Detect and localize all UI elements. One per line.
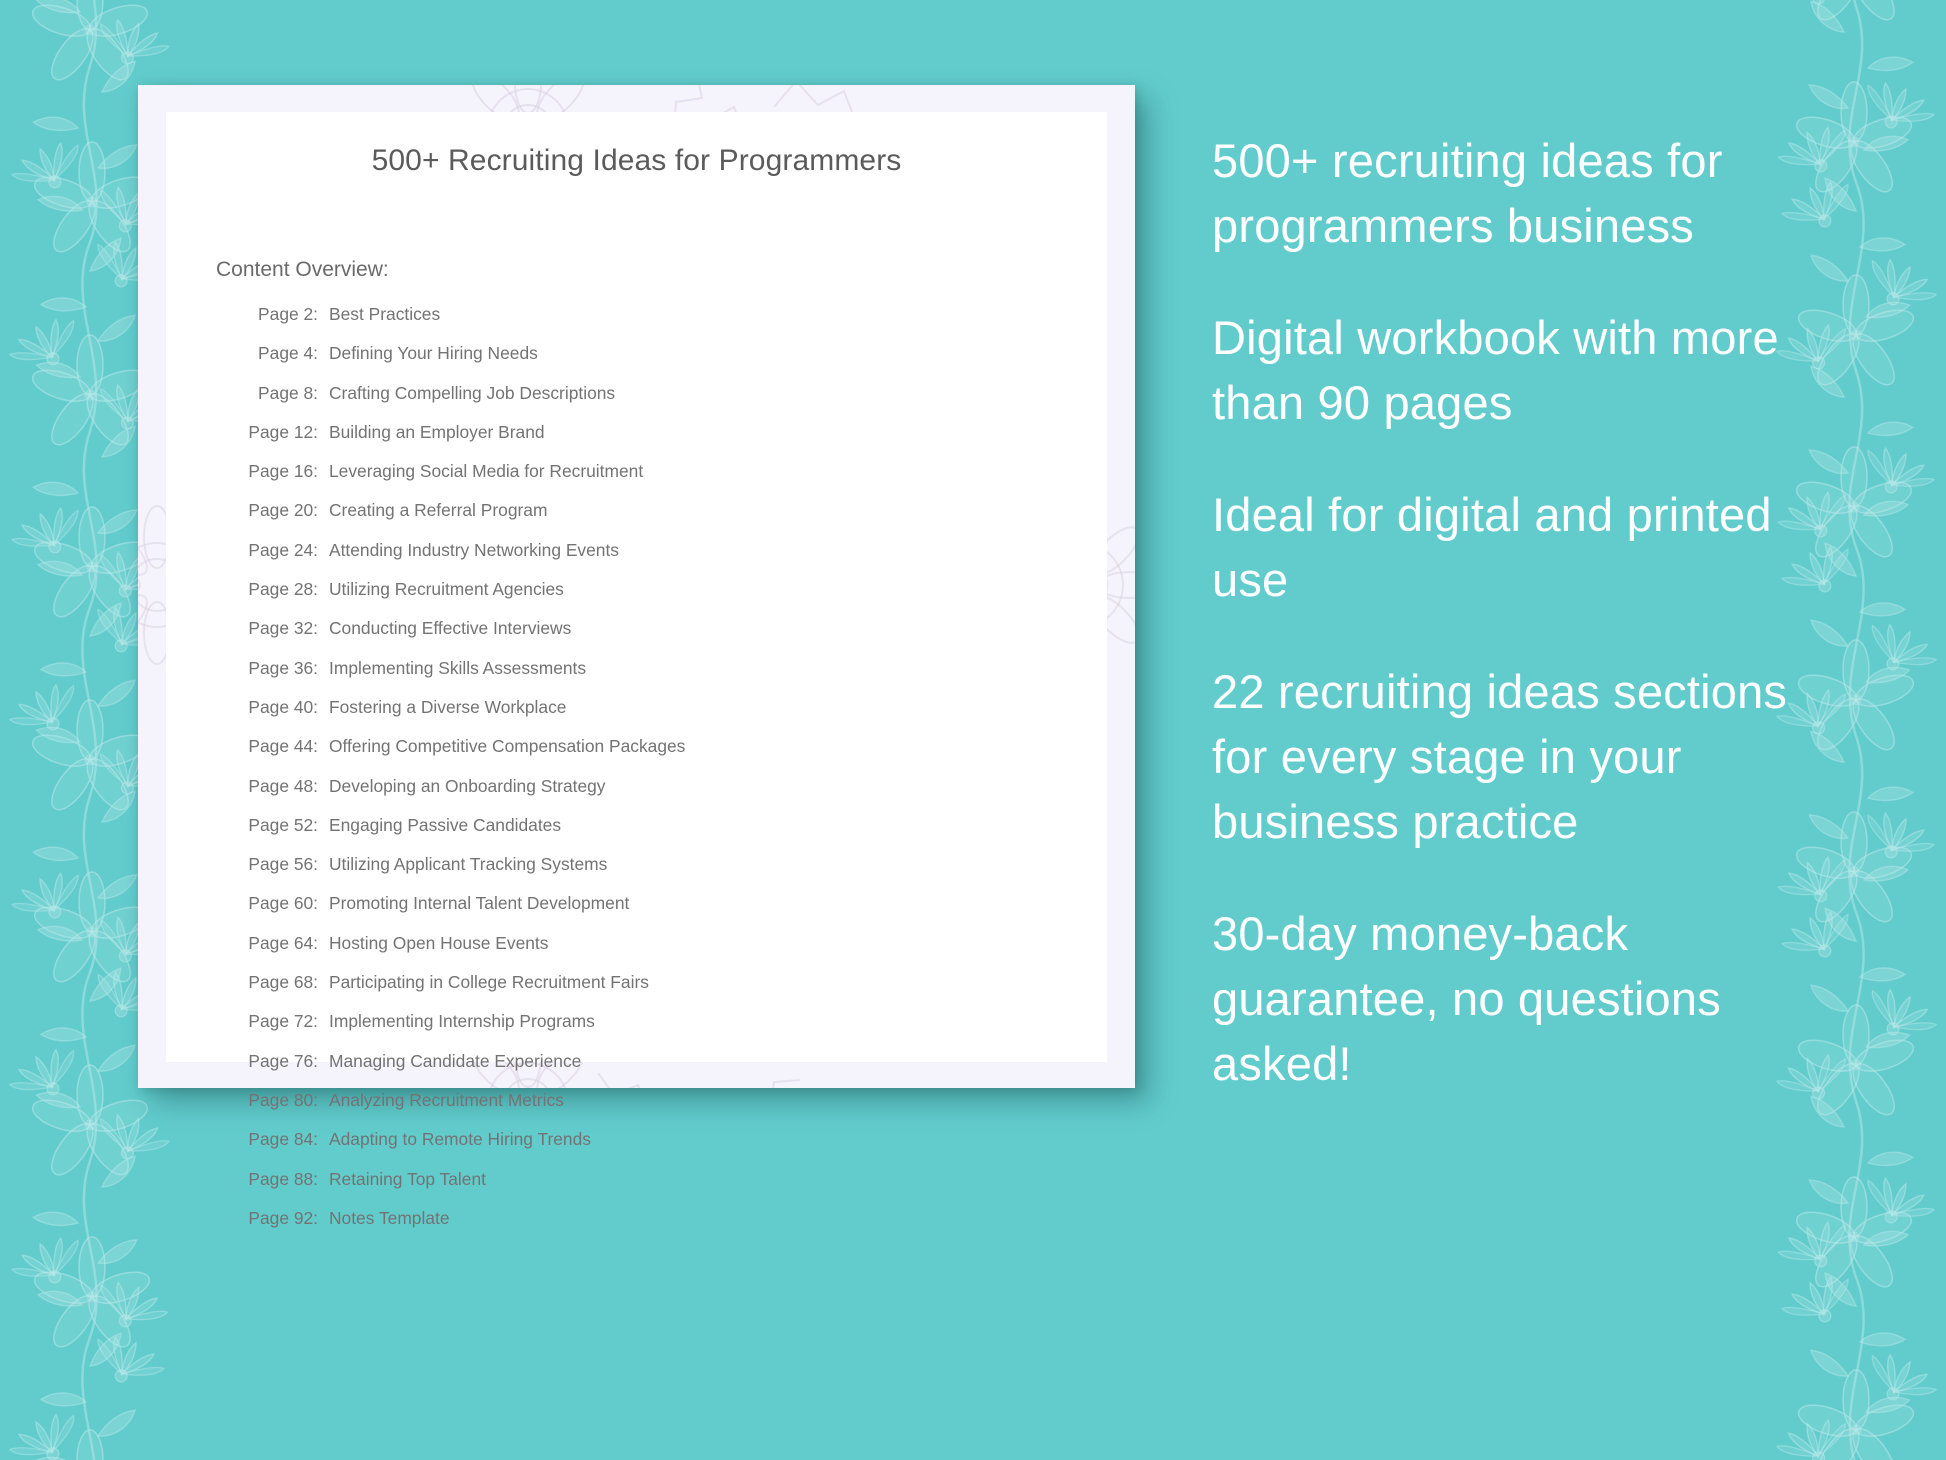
table-of-contents-row: Page 12: Building an Employer Brand (240, 422, 1077, 461)
table-of-contents-row: Page 16: Leveraging Social Media for Recr… (240, 461, 1077, 500)
toc-section-title: Attending Industry Networking Events (329, 539, 619, 560)
toc-page-number: Page 4: (258, 343, 318, 364)
toc-section-title: Conducting Effective Interviews (329, 618, 572, 639)
toc-section-title: Managing Candidate Experience (329, 1050, 582, 1071)
toc-page-number: Page 36: (248, 657, 318, 678)
marketing-bullet: 22 recruiting ideas sections for every s… (1212, 665, 1788, 848)
toc-page-number: Page 12: (248, 421, 318, 442)
table-of-contents-row: Page 44: Offering Competitive Compensatio… (240, 736, 1077, 775)
table-of-contents-row: Page 32: Conducting Effective Interviews (240, 618, 1077, 657)
toc-section-title: Defining Your Hiring Needs (329, 343, 538, 364)
toc-page-number: Page 52: (248, 814, 318, 835)
toc-section-title: Hosting Open House Events (329, 932, 549, 953)
table-of-contents-row: Page 56: Utilizing Applicant Tracking Sys… (240, 854, 1077, 893)
table-of-contents-row: Page 60: Promoting Internal Talent Develo… (240, 893, 1077, 932)
toc-section-title: Leveraging Social Media for Recruitment (329, 461, 644, 482)
page-title: 500+ Recruiting Ideas for Programmers (371, 144, 902, 177)
table-of-contents-row: Page 48: Developing an Onboarding Strateg… (240, 776, 1077, 815)
toc-section-title: Creating a Referral Program (329, 500, 548, 521)
table-of-contents-row: Page 64: Hosting Open House Events (240, 933, 1077, 972)
toc-page-number: Page 48: (248, 775, 318, 796)
toc-page-number: Page 44: (248, 736, 318, 757)
workbook-preview-card: 500+ Recruiting Ideas for Programmers Co… (138, 85, 1135, 1228)
toc-page-number: Page 56: (248, 854, 318, 875)
table-of-contents-row: Page 88: Retaining Top Talent (240, 1169, 1077, 1208)
toc-page-number: Page 8: (258, 382, 318, 403)
toc-section-title: Building an Employer Brand (329, 421, 545, 442)
toc-section-title: Crafting Compelling Job Descriptions (329, 382, 616, 403)
table-of-contents: Page 2: Best Practices Page 4: Defining You… (240, 304, 1077, 1247)
toc-section-title: Developing an Onboarding Strategy (329, 775, 606, 796)
content-overview-label: Content Overview: (216, 258, 389, 281)
table-of-contents-row: Page 24: Attending Industry Networking Ev… (240, 540, 1077, 579)
toc-section-title: Engaging Passive Candidates (329, 814, 562, 835)
toc-section-title: Fostering a Diverse Workplace (329, 696, 567, 717)
toc-section-title: Promoting Internal Talent Development (329, 893, 630, 914)
toc-section-title: Offering Competitive Compensation Packag… (329, 736, 686, 757)
toc-page-number: Page 24: (248, 539, 318, 560)
table-of-contents-row: Page 68: Participating in College Recruit… (240, 972, 1077, 1011)
table-of-contents-row: Page 84: Adapting to Remote Hiring Trends (240, 1129, 1077, 1168)
marketing-bullet: 500+ recruiting ideas for programmers bu… (1212, 134, 1723, 252)
table-of-contents-row: Page 36: Implementing Skills Assessments (240, 658, 1077, 697)
toc-page-number: Page 20: (248, 500, 318, 521)
table-of-contents-row: Page 2: Best Practices (240, 304, 1077, 343)
toc-section-title: Utilizing Applicant Tracking Systems (329, 854, 608, 875)
marketing-bullet: 30-day money-back guarantee, no question… (1212, 907, 1721, 1090)
toc-page-number: Page 28: (248, 579, 318, 600)
toc-section-title: Adapting to Remote Hiring Trends (329, 1129, 591, 1150)
toc-page-number: Page 68: (248, 972, 318, 993)
toc-section-title: Implementing Internship Programs (329, 1011, 595, 1032)
table-of-contents-row: Page 20: Creating a Referral Program (240, 500, 1077, 539)
toc-page-number: Page 80: (248, 1089, 318, 1110)
toc-page-number: Page 92: (248, 1207, 318, 1228)
table-of-contents-row: Page 52: Engaging Passive Candidates (240, 815, 1077, 854)
toc-page-number: Page 16: (248, 461, 318, 482)
toc-page-number: Page 72: (248, 1011, 318, 1032)
marketing-bullet-list: 500+ recruiting ideas for programmers bu… (1212, 128, 1852, 1096)
toc-page-number: Page 84: (248, 1129, 318, 1150)
toc-section-title: Best Practices (329, 304, 441, 324)
toc-page-number: Page 32: (248, 618, 318, 639)
table-of-contents-row: Page 40: Fostering a Diverse Workplace (240, 697, 1077, 736)
marketing-bullet: Ideal for digital and printed use (1212, 488, 1772, 606)
workbook-page-sheet: 500+ Recruiting Ideas for Programmers Co… (166, 112, 1107, 1228)
table-of-contents-row: Page 80: Analyzing Recruitment Metrics (240, 1090, 1077, 1129)
table-of-contents-row: Page 76: Managing Candidate Experience (240, 1051, 1077, 1090)
toc-section-title: Retaining Top Talent (329, 1168, 486, 1189)
toc-page-number: Page 64: (248, 932, 318, 953)
toc-section-title: Notes Template (329, 1207, 450, 1228)
toc-page-number: Page 60: (248, 893, 318, 914)
table-of-contents-row: Page 72: Implementing Internship Programs (240, 1011, 1077, 1050)
marketing-bullet: Digital workbook with more than 90 pages (1212, 311, 1779, 429)
table-of-contents-row: Page 28: Utilizing Recruitment Agencies (240, 579, 1077, 618)
toc-section-title: Implementing Skills Assessments (329, 657, 587, 678)
toc-page-number: Page 2: (258, 304, 318, 324)
toc-section-title: Utilizing Recruitment Agencies (329, 579, 564, 600)
toc-page-number: Page 76: (248, 1050, 318, 1071)
table-of-contents-row: Page 8: Crafting Compelling Job Descripti… (240, 383, 1077, 422)
toc-section-title: Analyzing Recruitment Metrics (329, 1089, 564, 1110)
toc-page-number: Page 40: (248, 696, 318, 717)
table-of-contents-row: Page 92: Notes Template (240, 1208, 1077, 1247)
table-of-contents-row: Page 4: Defining Your Hiring Needs (240, 343, 1077, 382)
toc-page-number: Page 88: (248, 1168, 318, 1189)
toc-section-title: Participating in College Recruitment Fai… (329, 972, 649, 993)
